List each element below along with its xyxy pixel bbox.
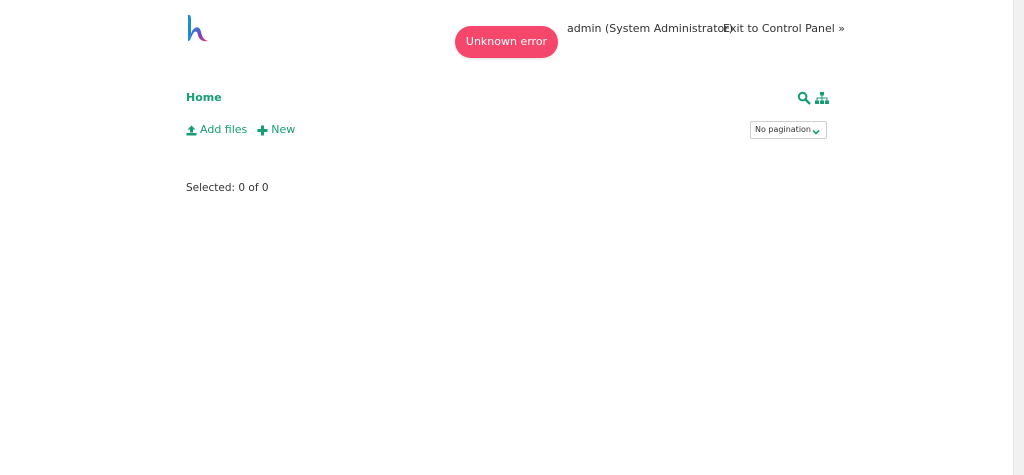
user-label: admin (System Administrator) — [567, 22, 734, 35]
page: Unknown error admin (System Administrato… — [0, 0, 1024, 475]
error-notification[interactable]: Unknown error — [455, 26, 558, 58]
vertical-scrollbar[interactable] — [1013, 0, 1024, 475]
add-files-button[interactable]: Add files — [186, 122, 247, 138]
new-button[interactable]: New — [257, 122, 295, 138]
upload-icon — [186, 125, 197, 136]
new-label: New — [271, 123, 296, 136]
pagination-selected-value: No pagination — [755, 125, 811, 134]
sitemap-icon[interactable] — [815, 91, 829, 105]
chevron-down-icon — [812, 126, 820, 135]
search-icon[interactable] — [797, 91, 811, 105]
file-actions: Add files New — [186, 122, 295, 138]
brand-logo-icon[interactable] — [184, 12, 212, 44]
plus-icon — [257, 125, 268, 136]
add-files-label: Add files — [200, 123, 248, 136]
pagination-select[interactable]: No pagination — [750, 121, 827, 139]
view-tools — [797, 90, 829, 106]
selected-count: Selected: 0 of 0 — [186, 182, 269, 194]
breadcrumb-home[interactable]: Home — [186, 90, 222, 106]
exit-control-panel-link[interactable]: Exit to Control Panel » — [723, 21, 845, 37]
